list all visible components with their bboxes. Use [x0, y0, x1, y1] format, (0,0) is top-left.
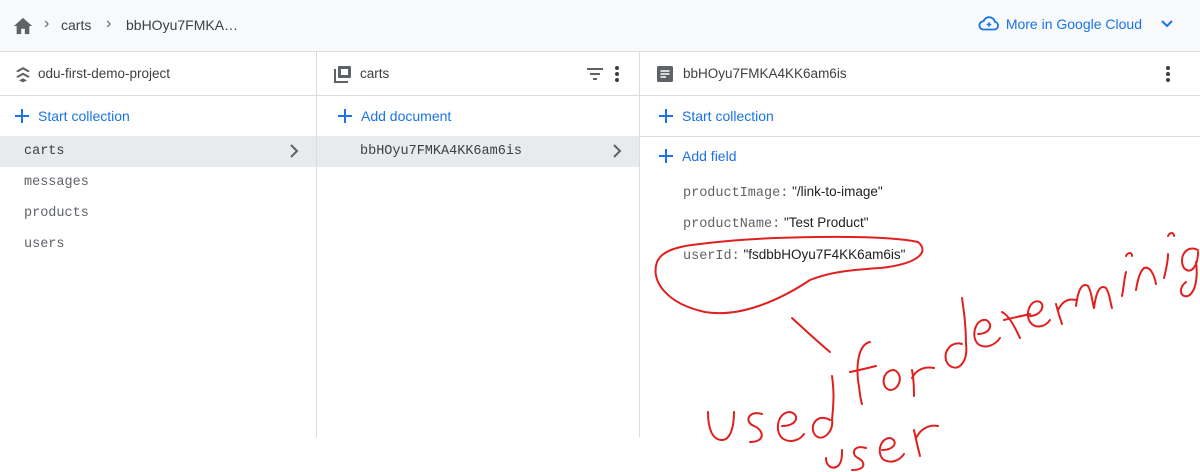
collection-label: carts [24, 144, 65, 159]
field-key: productImage: [683, 186, 789, 201]
field-key: productName: [683, 217, 781, 232]
document-label: bbHOyu7FMKA4KK6am6is [360, 144, 523, 159]
field-value: "fsdbbHOyu7F4KK6am6is" [743, 247, 906, 262]
add-document-label: Add document [361, 108, 452, 124]
chevron-right-icon: › [44, 15, 50, 32]
firestore-icon [16, 67, 30, 83]
start-subcollection-button[interactable]: Start collection [640, 96, 1200, 136]
start-collection-label: Start collection [682, 108, 774, 124]
add-field-button[interactable]: Add field [640, 136, 1200, 176]
document-panel: bbHOyu7FMKA4KK6am6is Start collection Ad… [640, 52, 1200, 437]
top-bar: › carts › bbHOyu7FMKA… More in Google Cl… [0, 0, 1200, 52]
start-collection-label: Start collection [38, 108, 130, 124]
collection-item-users[interactable]: users [0, 229, 316, 260]
cloud-icon [978, 16, 999, 31]
collection-label: users [24, 237, 65, 252]
chevron-right-icon [290, 144, 299, 158]
document-icon [657, 66, 673, 82]
collection-icon [334, 66, 351, 83]
collection-item-messages[interactable]: messages [0, 167, 316, 198]
chevron-right-icon: › [106, 15, 112, 32]
chevron-right-icon [613, 144, 622, 158]
add-field-label: Add field [682, 148, 737, 164]
collection-item-products[interactable]: products [0, 198, 316, 229]
plus-icon [659, 149, 673, 163]
more-vert-icon[interactable] [1164, 64, 1172, 84]
collection-label: messages [24, 175, 89, 190]
document-panel-header: bbHOyu7FMKA4KK6am6is [640, 52, 1200, 96]
document-item[interactable]: bbHOyu7FMKA4KK6am6is [317, 136, 639, 167]
chevron-down-icon [1161, 20, 1173, 28]
project-title: odu-first-demo-project [38, 66, 171, 81]
field-user-id[interactable]: userId: "fsdbbHOyu7F4KK6am6is" [683, 247, 905, 264]
breadcrumb-carts[interactable]: carts [61, 17, 91, 33]
breadcrumb-document[interactable]: bbHOyu7FMKA… [126, 17, 238, 33]
collection-panel-header: carts [317, 52, 639, 96]
filter-icon[interactable] [585, 64, 605, 84]
plus-icon [659, 109, 673, 123]
add-document-button[interactable]: Add document [317, 96, 639, 136]
cloud-link-label: More in Google Cloud [1005, 16, 1142, 32]
more-in-google-cloud-link[interactable]: More in Google Cloud [978, 16, 1174, 32]
collection-title: carts [360, 66, 390, 81]
field-key: userId: [683, 249, 740, 264]
document-title: bbHOyu7FMKA4KK6am6is [683, 66, 847, 81]
home-icon[interactable] [12, 16, 34, 36]
field-product-name[interactable]: productName: "Test Product" [683, 215, 869, 232]
field-product-image[interactable]: productImage: "/link-to-image" [683, 184, 883, 201]
start-collection-button[interactable]: Start collection [0, 96, 316, 136]
collection-item-carts[interactable]: carts [0, 136, 316, 167]
field-value: "/link-to-image" [792, 184, 883, 199]
collection-label: products [24, 206, 89, 221]
field-value: "Test Product" [783, 215, 869, 230]
plus-icon [338, 109, 352, 123]
more-vert-icon[interactable] [613, 64, 621, 84]
project-panel: odu-first-demo-project Start collection … [0, 52, 317, 437]
project-panel-header: odu-first-demo-project [0, 52, 316, 96]
collection-panel: carts Add document bbHOyu7FMKA4KK6am6is [317, 52, 640, 437]
plus-icon [15, 109, 29, 123]
